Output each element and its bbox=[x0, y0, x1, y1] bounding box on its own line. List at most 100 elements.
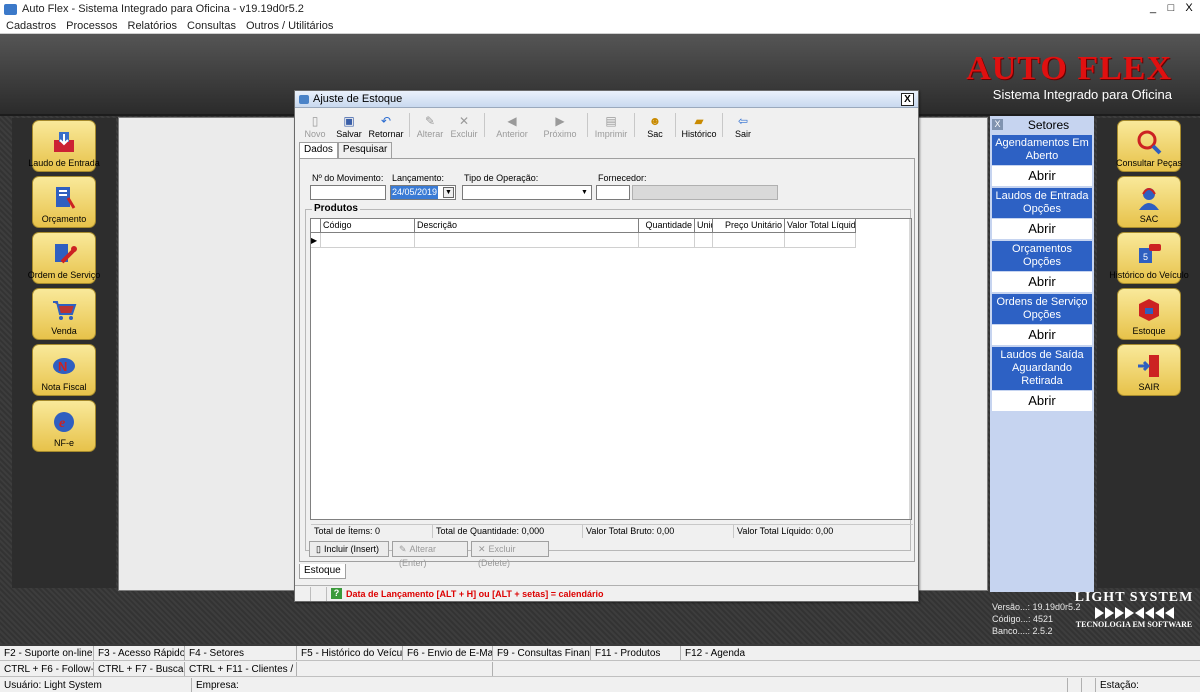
setores-close-button[interactable]: X bbox=[992, 119, 1003, 130]
dialog-tabs: Dados Pesquisar bbox=[299, 142, 393, 158]
maximize-button[interactable]: □ bbox=[1164, 1, 1178, 15]
tile-orcamento[interactable]: Orçamento bbox=[32, 176, 96, 228]
menu-relatorios[interactable]: Relatórios bbox=[128, 20, 178, 32]
col-codigo[interactable]: Código bbox=[321, 219, 415, 232]
menu-cadastros[interactable]: Cadastros bbox=[6, 20, 56, 32]
fkey-agenda[interactable]: F12 - Agenda bbox=[681, 646, 1200, 660]
exit-door-icon bbox=[1135, 352, 1163, 380]
col-preco-unitario[interactable]: Preço Unitário bbox=[713, 219, 785, 232]
sac-button[interactable]: ☻ Sac bbox=[638, 111, 672, 140]
col-descricao[interactable]: Descrição bbox=[415, 219, 639, 232]
tile-historico-veiculo[interactable]: 5 Histórico do Veículo bbox=[1109, 232, 1189, 284]
status-message: Data de Lançamento [ALT + H] ou [ALT + s… bbox=[346, 588, 604, 599]
fornecedor-label: Fornecedor: bbox=[598, 173, 647, 183]
fkey-setores[interactable]: F4 - Setores bbox=[185, 646, 297, 660]
tab-estoque[interactable]: Estoque bbox=[299, 564, 346, 579]
incluir-label: Incluir (Insert) bbox=[323, 544, 379, 554]
dialog-title-bar: Ajuste de Estoque bbox=[295, 91, 918, 108]
fkey-produtos[interactable]: F11 - Produtos bbox=[591, 646, 681, 660]
anterior-button[interactable]: ◀ Anterior bbox=[488, 111, 536, 140]
alterar-button[interactable]: ✎ Alterar bbox=[413, 111, 447, 140]
excluir-item-button[interactable]: ✕ Excluir (Delete) bbox=[471, 541, 549, 568]
toolbar-label: Histórico bbox=[681, 129, 717, 139]
tile-sac[interactable]: SAC bbox=[1117, 176, 1181, 228]
menu-processos[interactable]: Processos bbox=[66, 20, 117, 32]
fkey-follow-up[interactable]: CTRL + F6 - Follow-up bbox=[0, 662, 94, 676]
setor-open-button[interactable]: Abrir bbox=[992, 272, 1092, 292]
col-unid[interactable]: Unid bbox=[695, 219, 713, 232]
tile-estoque[interactable]: Estoque bbox=[1117, 288, 1181, 340]
historico-button[interactable]: ▰ Histórico bbox=[679, 111, 719, 140]
tile-label: Estoque bbox=[1132, 326, 1166, 336]
cell-codigo[interactable] bbox=[321, 233, 415, 248]
tile-laudo-de-entrada[interactable]: Laudo de Entrada bbox=[28, 120, 100, 172]
setor-open-button[interactable]: Abrir bbox=[992, 166, 1092, 186]
tile-label: Ordem de Serviço bbox=[27, 270, 101, 280]
status-bar: Usuário: Light System Empresa: Estação: bbox=[0, 678, 1200, 692]
fkey-suporte[interactable]: F2 - Suporte on-line bbox=[0, 646, 94, 660]
incluir-button[interactable]: ▯ Incluir (Insert) bbox=[309, 541, 389, 557]
tab-pesquisar[interactable]: Pesquisar bbox=[337, 142, 393, 158]
tipo-operacao-select[interactable]: ▼ bbox=[462, 185, 592, 200]
toolbar-label: Próximo bbox=[543, 129, 577, 139]
tile-ordem-de-servico[interactable]: Ordem de Serviço bbox=[28, 232, 100, 284]
tile-nota-fiscal[interactable]: N Nota Fiscal bbox=[32, 344, 96, 396]
chevron-down-icon[interactable]: ▼ bbox=[579, 187, 590, 198]
delete-icon: ✕ bbox=[478, 544, 486, 554]
cell-descricao[interactable] bbox=[415, 233, 639, 248]
setor-open-button[interactable]: Abrir bbox=[992, 391, 1092, 411]
menu-consultas[interactable]: Consultas bbox=[187, 20, 236, 32]
close-window-button[interactable]: X bbox=[1182, 1, 1196, 15]
exit-arrow-icon: ⇦ bbox=[737, 114, 749, 128]
cart-icon bbox=[50, 296, 78, 324]
imprimir-button[interactable]: ▤ Imprimir bbox=[591, 111, 631, 140]
svg-text:e: e bbox=[59, 416, 65, 431]
dialog-close-button[interactable]: X bbox=[901, 93, 914, 106]
tile-nfe[interactable]: e NF-e bbox=[32, 400, 96, 452]
valor-total-liquido: Valor Total Líquido: 0,00 bbox=[737, 526, 834, 536]
fkey-consultas-financeiras[interactable]: F9 - Consultas Financeiras bbox=[493, 646, 591, 660]
col-quantidade[interactable]: Quantidade bbox=[639, 219, 695, 232]
tile-sair[interactable]: SAIR bbox=[1117, 344, 1181, 396]
movimento-input[interactable] bbox=[310, 185, 386, 200]
proximo-button[interactable]: ▶ Próximo bbox=[536, 111, 584, 140]
table-row[interactable]: ▶ bbox=[311, 233, 856, 248]
fornecedor-code-input[interactable] bbox=[596, 185, 630, 200]
setor-open-button[interactable]: Abrir bbox=[992, 325, 1092, 345]
status-estacao: Estação: bbox=[1100, 680, 1139, 691]
fkey-acesso-rapido[interactable]: F3 - Acesso Rápido bbox=[94, 646, 185, 660]
arrow-right-icon: ▶ bbox=[555, 114, 565, 128]
fkey-clientes-fornecedores[interactable]: CTRL + F11 - Clientes / Fornecedores bbox=[185, 662, 297, 676]
tile-consultar-pecas[interactable]: Consultar Peças bbox=[1116, 120, 1182, 172]
alterar-item-button[interactable]: ✎ Alterar (Enter) bbox=[392, 541, 468, 568]
light-system-title: LIGHT SYSTEM bbox=[1074, 590, 1194, 605]
grid-scrollbar[interactable] bbox=[909, 219, 911, 519]
fkey-historico-veiculo[interactable]: F5 - Histórico do Veículo bbox=[297, 646, 403, 660]
setor-orcamentos: Orçamentos Opções Abrir bbox=[992, 241, 1092, 292]
tab-dados[interactable]: Dados bbox=[299, 142, 338, 158]
sair-button[interactable]: ⇦ Sair bbox=[726, 111, 760, 140]
calendar-dropdown-icon[interactable]: ▼ bbox=[443, 187, 454, 198]
tile-label: Nota Fiscal bbox=[41, 382, 87, 392]
menu-outros-utilitarios[interactable]: Outros / Utilitários bbox=[246, 20, 333, 32]
novo-button[interactable]: ▯ Novo bbox=[298, 111, 332, 140]
setor-caption: Laudos de Entrada Opções bbox=[992, 188, 1092, 218]
produtos-grid[interactable]: Código Descrição Quantidade Unid Preço U… bbox=[310, 218, 912, 520]
toolbar-label: Novo bbox=[304, 129, 326, 139]
edit-icon: ✎ bbox=[424, 114, 436, 128]
cell-quantidade[interactable] bbox=[639, 233, 695, 248]
cell-preco[interactable] bbox=[713, 233, 785, 248]
retornar-button[interactable]: ↶ Retornar bbox=[366, 111, 406, 140]
tile-venda[interactable]: Venda bbox=[32, 288, 96, 340]
cell-unid[interactable] bbox=[695, 233, 713, 248]
col-valor-total-liquido[interactable]: Valor Total Líquido bbox=[785, 219, 856, 232]
excluir-button[interactable]: ✕ Excluir bbox=[447, 111, 481, 140]
lancamento-date-input[interactable]: 24/05/2019 ▼ bbox=[390, 185, 456, 200]
minimize-button[interactable]: _ bbox=[1146, 1, 1160, 15]
fkey-envio-email[interactable]: F6 - Envio de E-Mail bbox=[403, 646, 493, 660]
setor-open-button[interactable]: Abrir bbox=[992, 219, 1092, 239]
fkey-busca-cep[interactable]: CTRL + F7 - Busca CEP bbox=[94, 662, 185, 676]
salvar-button[interactable]: ▣ Salvar bbox=[332, 111, 366, 140]
cell-valor[interactable] bbox=[785, 233, 856, 248]
setor-caption: Orçamentos Opções bbox=[992, 241, 1092, 271]
